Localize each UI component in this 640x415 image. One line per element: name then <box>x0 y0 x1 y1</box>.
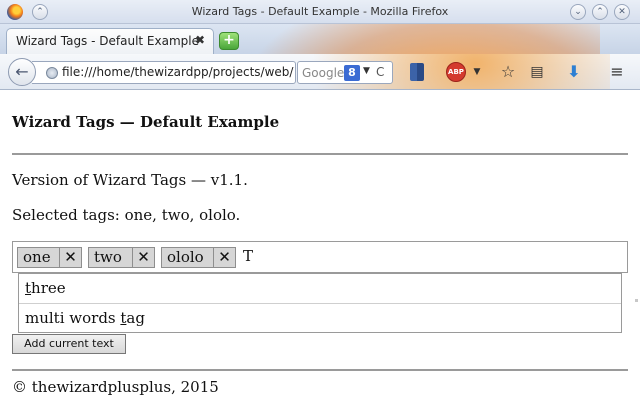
new-tab-button[interactable]: + <box>219 32 239 50</box>
autocomplete-item[interactable]: three <box>19 274 621 303</box>
reading-list-icon[interactable]: ▤ <box>528 63 546 81</box>
adblock-icon[interactable]: ABP <box>446 62 466 82</box>
dropdown-arrow-icon[interactable]: ▼ <box>363 66 370 76</box>
adblock-dropdown-icon[interactable]: ▼ <box>472 63 482 81</box>
tab-close-icon[interactable]: ✖ <box>195 33 205 47</box>
tag-chip: two ✕ <box>88 247 155 268</box>
version-text: Version of Wizard Tags — v1.1. <box>12 171 248 189</box>
minimize-button[interactable]: ⌄ <box>570 4 586 20</box>
scrollbar[interactable] <box>635 299 638 302</box>
chevron-down-icon: ⌄ <box>574 7 582 17</box>
tags-input[interactable]: one ✕ two ✕ ololo ✕ T <box>12 241 628 273</box>
page-content: Wizard Tags — Default Example Version of… <box>0 91 640 415</box>
remove-tag-icon[interactable]: ✕ <box>59 248 81 267</box>
divider <box>12 153 628 155</box>
url-bar[interactable]: file:///home/thewizardpp/projects/web/wi… <box>32 61 296 84</box>
bookmarks-icon[interactable] <box>410 63 424 81</box>
download-icon[interactable]: ⬇ <box>565 63 583 81</box>
bookmark-star-icon[interactable]: ☆ <box>498 63 518 81</box>
search-bar[interactable]: Google 8 ▼ C <box>297 61 393 84</box>
tag-label: one <box>23 248 51 266</box>
globe-icon <box>46 67 58 79</box>
theme-background <box>240 24 600 54</box>
footer-text: © thewizardplusplus, 2015 <box>12 378 219 396</box>
back-arrow-icon: ← <box>15 62 29 81</box>
autocomplete-item[interactable]: multi words tag <box>19 303 621 332</box>
autocomplete-list: three multi words tag <box>18 273 622 333</box>
tag-label: ololo <box>167 248 204 266</box>
maximize-button[interactable]: ⌃ <box>592 4 608 20</box>
divider <box>12 369 628 371</box>
chevron-up-icon: ⌃ <box>596 7 604 17</box>
selected-tags-text: Selected tags: one, two, ololo. <box>12 206 241 224</box>
close-icon: ✕ <box>618 7 626 17</box>
google-icon[interactable]: 8 <box>344 65 360 81</box>
url-text[interactable]: file:///home/thewizardpp/projects/web/wi… <box>62 65 294 79</box>
back-button[interactable]: ← <box>8 58 36 86</box>
tab-wizard-tags[interactable]: Wizard Tags - Default Example ✖ <box>6 28 214 54</box>
tag-label: two <box>94 248 122 266</box>
reload-icon[interactable]: C <box>376 65 384 79</box>
hamburger-menu-icon[interactable]: ≡ <box>607 63 627 81</box>
tag-chip: ololo ✕ <box>161 247 236 268</box>
search-placeholder: Google <box>302 66 345 80</box>
remove-tag-icon[interactable]: ✕ <box>213 248 235 267</box>
window-title: Wizard Tags - Default Example - Mozilla … <box>191 5 449 18</box>
remove-tag-icon[interactable]: ✕ <box>132 248 154 267</box>
add-current-text-button[interactable]: Add current text <box>12 334 126 354</box>
tag-text-input[interactable]: T <box>243 247 253 266</box>
tab-strip: Wizard Tags - Default Example ✖ + <box>0 24 640 54</box>
tag-chip: one ✕ <box>17 247 82 268</box>
window-titlebar: ⌃ Wizard Tags - Default Example - Mozill… <box>0 0 640 24</box>
navigation-toolbar: file:///home/thewizardpp/projects/web/wi… <box>0 54 640 90</box>
close-window-button[interactable]: ✕ <box>614 4 630 20</box>
tab-label: Wizard Tags - Default Example <box>16 34 199 48</box>
page-title: Wizard Tags — Default Example <box>12 113 280 131</box>
